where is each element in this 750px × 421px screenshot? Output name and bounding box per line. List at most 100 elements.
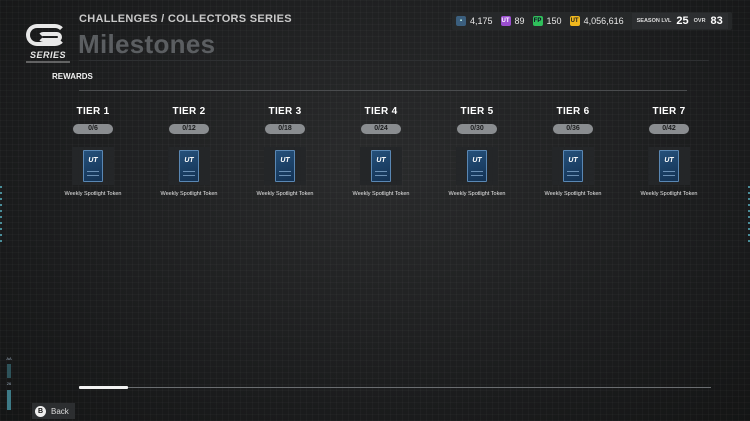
ut-token-card-icon: UT bbox=[563, 150, 583, 182]
ut-token-card-icon: UT bbox=[467, 150, 487, 182]
card-ut-text: UT bbox=[184, 157, 194, 164]
scrollbar-thumb[interactable] bbox=[79, 386, 128, 389]
reward-label: Weekly Spotlight Token bbox=[448, 191, 506, 197]
scrollbar-track[interactable] bbox=[79, 387, 711, 388]
reward-label: Weekly Spotlight Token bbox=[640, 191, 698, 197]
tier-card[interactable]: TIER 3 0/18 UT Weekly Spotlight Token bbox=[245, 106, 325, 197]
reward-tile: UT bbox=[264, 147, 306, 185]
tier-name: TIER 4 bbox=[364, 106, 398, 117]
left-edge-deco bbox=[0, 186, 2, 246]
tier-progress-pill: 0/36 bbox=[553, 124, 593, 134]
tier-name: TIER 3 bbox=[268, 106, 302, 117]
tier-progress-pill: 0/42 bbox=[649, 124, 689, 134]
fp-item: FP 150 bbox=[532, 16, 566, 26]
tier-card[interactable]: TIER 4 0/24 UT Weekly Spotlight Token bbox=[341, 106, 421, 197]
reward-tile: UT bbox=[168, 147, 210, 185]
card-line bbox=[471, 175, 483, 176]
tier-progress-pill: 0/18 bbox=[265, 124, 305, 134]
reward-label: Weekly Spotlight Token bbox=[544, 191, 602, 197]
tier-card[interactable]: TIER 7 0/42 UT Weekly Spotlight Token bbox=[629, 106, 709, 197]
reward-tile: UT bbox=[456, 147, 498, 185]
card-line bbox=[567, 171, 579, 172]
reward-label: Weekly Spotlight Token bbox=[256, 191, 314, 197]
ut-coin-icon: UT bbox=[569, 16, 580, 26]
ut-token-card-icon: UT bbox=[83, 150, 103, 182]
side-bar bbox=[7, 364, 11, 378]
tier-card[interactable]: TIER 5 0/30 UT Weekly Spotlight Token bbox=[437, 106, 517, 197]
fp-icon: FP bbox=[532, 16, 543, 26]
tier-card[interactable]: TIER 1 0/6 UT Weekly Spotlight Token bbox=[53, 106, 133, 197]
tier-progress-pill: 0/24 bbox=[361, 124, 401, 134]
season-level-value: 25 bbox=[676, 15, 689, 27]
tier-name: TIER 5 bbox=[460, 106, 494, 117]
back-button[interactable]: B Back bbox=[32, 403, 75, 419]
b-button-icon: B bbox=[35, 405, 46, 417]
reward-tile: UT bbox=[648, 147, 690, 185]
card-ut-text: UT bbox=[376, 157, 386, 164]
logo-underline bbox=[26, 61, 70, 63]
card-line bbox=[183, 171, 195, 172]
tier-name: TIER 7 bbox=[652, 106, 686, 117]
ut-coins-item: UT 4,056,616 bbox=[569, 16, 628, 26]
rewards-label: REWARDS bbox=[52, 72, 93, 81]
header-divider bbox=[79, 60, 709, 61]
side-bar-lower bbox=[7, 390, 11, 410]
ut-token-card-icon: UT bbox=[659, 150, 679, 182]
card-line bbox=[87, 171, 99, 172]
tier-card[interactable]: TIER 2 0/12 UT Weekly Spotlight Token bbox=[149, 106, 229, 197]
reward-label: Weekly Spotlight Token bbox=[352, 191, 410, 197]
card-line bbox=[375, 171, 387, 172]
breadcrumb: CHALLENGES / COLLECTORS SERIES bbox=[79, 13, 292, 25]
tier-progress-pill: 0/30 bbox=[457, 124, 497, 134]
tier-card[interactable]: TIER 6 0/36 UT Weekly Spotlight Token bbox=[533, 106, 613, 197]
tier-progress-pill: 0/12 bbox=[169, 124, 209, 134]
ovr-label: OVR bbox=[693, 18, 706, 24]
card-line bbox=[375, 175, 387, 176]
reward-label: Weekly Spotlight Token bbox=[64, 191, 122, 197]
card-line bbox=[279, 175, 291, 176]
back-label: Back bbox=[51, 406, 69, 416]
card-line bbox=[567, 175, 579, 176]
fp-value: 150 bbox=[546, 16, 562, 26]
side-indicator-top: AA bbox=[6, 356, 12, 361]
pp-item: UT 89 bbox=[500, 16, 529, 26]
ovr-value: 83 bbox=[710, 15, 723, 27]
reward-tile: UT bbox=[552, 147, 594, 185]
card-line bbox=[663, 175, 675, 176]
ut-token-card-icon: UT bbox=[179, 150, 199, 182]
currency-hud: ▪ 4,175 UT 89 FP 150 UT 4,056,616 SEASON… bbox=[452, 12, 732, 30]
season-label: SEASON LVL bbox=[636, 18, 672, 24]
page-title: Milestones bbox=[78, 29, 216, 59]
tier-progress-pill: 0/6 bbox=[73, 124, 113, 134]
rewards-divider bbox=[79, 90, 687, 91]
tier-name: TIER 1 bbox=[76, 106, 110, 117]
card-ut-text: UT bbox=[568, 157, 578, 164]
coins-value: 4,175 bbox=[470, 16, 493, 26]
logo-series-text: SERIES bbox=[29, 50, 66, 60]
ut-coins-value: 4,056,616 bbox=[583, 16, 624, 26]
card-line bbox=[471, 171, 483, 172]
reward-tile: UT bbox=[360, 147, 402, 185]
coins-item: ▪ 4,175 bbox=[456, 16, 497, 26]
logo-inner-shape bbox=[38, 32, 62, 42]
tier-name: TIER 6 bbox=[556, 106, 590, 117]
reward-label: Weekly Spotlight Token bbox=[160, 191, 218, 197]
season-level-badge: SEASON LVL 25 OVR 83 bbox=[631, 13, 728, 29]
pp-value: 89 bbox=[514, 16, 525, 26]
card-line bbox=[663, 171, 675, 172]
card-ut-text: UT bbox=[472, 157, 482, 164]
card-line bbox=[87, 175, 99, 176]
ticket-icon: ▪ bbox=[456, 16, 466, 26]
ut-token-card-icon: UT bbox=[371, 150, 391, 182]
card-ut-text: UT bbox=[280, 157, 290, 164]
ut-pp-icon: UT bbox=[500, 16, 511, 26]
side-indicator: AA 26 bbox=[3, 356, 15, 412]
ut-token-card-icon: UT bbox=[275, 150, 295, 182]
tier-name: TIER 2 bbox=[172, 106, 206, 117]
reward-tile: UT bbox=[72, 147, 114, 185]
card-line bbox=[183, 175, 195, 176]
card-ut-text: UT bbox=[88, 157, 98, 164]
side-indicator-value: 26 bbox=[6, 381, 12, 386]
card-ut-text: UT bbox=[664, 157, 674, 164]
collectors-series-logo: SERIES bbox=[24, 24, 72, 66]
